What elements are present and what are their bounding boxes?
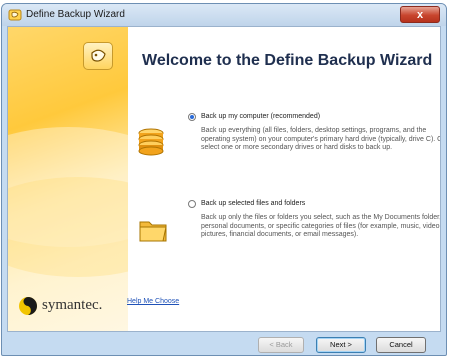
- title-bar[interactable]: Define Backup Wizard x: [2, 4, 446, 26]
- option-label-backup-computer[interactable]: Back up my computer (recommended): [201, 113, 320, 120]
- decorative-swoosh: [8, 177, 128, 277]
- cancel-button[interactable]: Cancel: [376, 337, 426, 353]
- close-button[interactable]: x: [400, 6, 440, 23]
- wizard-body: symantec. Welcome to the Define Backup W…: [7, 26, 441, 332]
- page-title: Welcome to the Define Backup Wizard: [142, 52, 433, 69]
- folder-icon: [139, 221, 167, 242]
- option-description-backup-selected: Back up only the files or folders you se…: [201, 214, 441, 239]
- back-button[interactable]: < Back: [258, 337, 304, 353]
- next-button[interactable]: Next >: [316, 337, 366, 353]
- brand-name: symantec.: [42, 297, 103, 313]
- symantec-logo-icon: [19, 297, 37, 315]
- wizard-logo-icon: [83, 42, 113, 70]
- database-icon: [138, 128, 164, 156]
- help-me-choose-link[interactable]: Help Me Choose: [127, 298, 179, 305]
- option-description-backup-computer: Back up everything (all files, folders, …: [201, 127, 441, 152]
- option-label-backup-selected[interactable]: Back up selected files and folders: [201, 200, 305, 207]
- radio-backup-computer[interactable]: [188, 113, 196, 121]
- radio-backup-selected[interactable]: [188, 200, 196, 208]
- content-pane: Welcome to the Define Backup Wizard Back…: [128, 27, 440, 331]
- sidebar-banner: symantec.: [8, 27, 128, 331]
- wizard-app-icon: [8, 9, 22, 21]
- wizard-window: Define Backup Wizard x symantec. Welcome…: [1, 3, 447, 356]
- close-icon: x: [416, 9, 424, 21]
- window-title: Define Backup Wizard: [26, 9, 125, 20]
